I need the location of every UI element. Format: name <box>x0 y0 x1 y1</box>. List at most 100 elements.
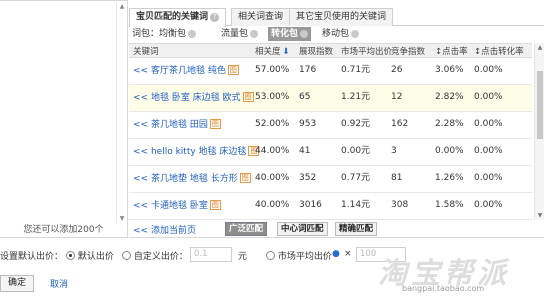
help-icon[interactable]: ● <box>332 249 340 259</box>
tab-other-items-keywords[interactable]: 其它宝贝使用的关键词 <box>289 8 394 26</box>
package-mobile[interactable]: 移动包 <box>322 27 360 41</box>
competition-value: 308 <box>391 200 409 210</box>
impressions-value: 41 <box>299 146 311 156</box>
avg-bid-value: 0.92元 <box>341 119 371 129</box>
match-core-button[interactable]: 中心词匹配 <box>277 222 328 236</box>
table-row[interactable]: << 地毯 卧室 床边毯 欧式图 53.00% 65 1.21元 12 2.82… <box>129 85 532 112</box>
header-label: 点击转化率 <box>481 47 524 57</box>
image-icon: 图 <box>209 200 221 210</box>
help-icon[interactable]: ? <box>210 13 220 22</box>
add-keyword-link[interactable]: << 地毯 卧室 床边毯 欧式图 <box>133 92 254 104</box>
table-header: 关键词 相关度 ⬇ 展现指数 市场平均出价 竞争指数 ↕点击率 ↕点击转化率 <box>129 43 532 58</box>
relevance-value: 44.00% <box>255 146 290 156</box>
header-cvr[interactable]: ↕点击转化率 <box>474 45 524 57</box>
keyword-text: 客厅茶几地毯 纯色 <box>150 66 226 76</box>
table-row[interactable]: << hello kitty 地毯 床边毯图 44.00% 41 0.00元 3… <box>129 139 532 166</box>
ctr-value: 1.26% <box>435 173 464 183</box>
add-arrow: << <box>133 147 149 157</box>
competition-value: 81 <box>391 173 403 183</box>
ctr-value: 0.00% <box>435 146 464 156</box>
keyword-text: 茶几地毯 田园 <box>150 120 208 130</box>
keyword-text: 地毯 卧室 床边毯 欧式 <box>150 93 241 103</box>
package-label: 移动包 <box>322 29 350 39</box>
avg-bid-value: 0.77元 <box>341 173 371 183</box>
radio-icon[interactable] <box>66 251 75 260</box>
info-icon[interactable] <box>250 29 259 38</box>
table-row[interactable]: << 茶几地毯 田园图 52.00% 953 0.92元 162 2.28% 0… <box>129 112 532 139</box>
cvr-value: 0.00% <box>474 119 503 129</box>
image-icon: 图 <box>227 65 239 75</box>
competition-value: 162 <box>391 119 409 129</box>
impressions-value: 352 <box>299 173 317 183</box>
radio-icon[interactable] <box>266 251 275 260</box>
keyword-text: 茶几地垫 地毯 长方形 <box>150 174 238 184</box>
add-keyword-link[interactable]: << hello kitty 地毯 床边毯图 <box>133 146 260 158</box>
relevance-value: 52.00% <box>255 119 290 129</box>
add-arrow: << <box>133 174 149 184</box>
radio-market-bid[interactable]: 市场平均出价 <box>266 249 332 262</box>
relevance-value: 40.00% <box>255 173 290 183</box>
scroll-up-icon[interactable]: ▲ <box>118 3 126 11</box>
keyword-text: 卡通地毯 卧室 <box>150 201 208 211</box>
add-keyword-link[interactable]: << 茶几地垫 地毯 长方形图 <box>133 173 251 185</box>
table-row[interactable]: << 客厅茶几地毯 纯色图 57.00% 176 0.71元 26 3.06% … <box>129 58 532 85</box>
cvr-value: 0.00% <box>474 146 503 156</box>
table-row[interactable]: << 卡通地毯 卧室图 40.00% 3016 1.14元 308 1.58% … <box>129 193 532 220</box>
header-competition[interactable]: 竞争指数 <box>391 45 425 57</box>
impressions-value: 176 <box>299 65 317 75</box>
add-current-page-link[interactable]: << 添加当前页 <box>133 223 196 236</box>
info-icon[interactable] <box>351 29 360 38</box>
left-scrollbar[interactable]: ▲ ▼ <box>116 3 126 223</box>
tab-label: 其它宝贝使用的关键词 <box>296 12 387 22</box>
radio-icon[interactable] <box>122 251 131 260</box>
sort-down-icon[interactable]: ⬇ <box>283 47 290 57</box>
info-icon[interactable] <box>300 29 309 38</box>
package-balanced[interactable]: 均衡包 <box>159 27 197 41</box>
multiply-sign: × <box>344 249 352 259</box>
info-icon[interactable] <box>188 29 197 38</box>
custom-bid-input[interactable]: 0.1 <box>190 247 232 262</box>
add-keyword-link[interactable]: << 卡通地毯 卧室图 <box>133 200 221 212</box>
image-icon: 图 <box>242 92 254 102</box>
scroll-thumb[interactable] <box>537 71 543 139</box>
cancel-link[interactable]: 取消 <box>50 277 68 290</box>
radio-default-bid[interactable]: 默认出价 <box>66 249 114 262</box>
avg-bid-value: 1.14元 <box>341 200 371 210</box>
table-row[interactable]: << 茶几地垫 地毯 长方形图 40.00% 352 0.77元 81 1.26… <box>129 166 532 193</box>
radio-custom-bid[interactable]: 自定义出价： <box>122 249 188 262</box>
header-avg-bid[interactable]: 市场平均出价 <box>341 45 392 57</box>
bid-unit-label: 元 <box>238 252 248 262</box>
add-arrow: << <box>133 93 149 103</box>
match-exact-button[interactable]: 精确匹配 <box>335 222 378 236</box>
table-scrollbar[interactable]: ▲ ▼ <box>534 43 544 220</box>
cvr-value: 0.00% <box>474 92 503 102</box>
tab-bar: 宝贝匹配的关键词? 相关词查询 其它宝贝使用的关键词 <box>129 4 544 27</box>
header-label: 点击率 <box>442 47 468 57</box>
selected-keywords-panel: ▲ ▼ 您还可以添加200个 <box>0 0 128 238</box>
cvr-value: 0.00% <box>474 200 503 210</box>
radio-label: 默认出价 <box>77 252 114 262</box>
avg-bid-value: 0.71元 <box>341 65 371 75</box>
header-relevance[interactable]: 相关度 ⬇ <box>255 45 290 57</box>
confirm-button[interactable]: 确定 <box>0 275 34 292</box>
match-broad-button[interactable]: 广泛匹配 <box>225 222 268 236</box>
cvr-value: 0.00% <box>474 65 503 75</box>
package-traffic[interactable]: 流量包 <box>221 27 259 41</box>
ctr-value: 3.06% <box>435 65 464 75</box>
avg-bid-value: 0.00元 <box>341 146 371 156</box>
add-keyword-link[interactable]: << 客厅茶几地毯 纯色图 <box>133 65 239 77</box>
image-icon: 图 <box>209 119 221 129</box>
tab-matched-keywords[interactable]: 宝贝匹配的关键词? <box>129 8 227 27</box>
radio-label: 市场平均出价 <box>277 252 332 262</box>
header-keyword[interactable]: 关键词 <box>133 45 159 57</box>
add-keyword-link[interactable]: << 茶几地毯 田园图 <box>133 119 221 131</box>
watermark-url: bangpai.taobao.com <box>402 284 485 293</box>
scroll-down-icon[interactable]: ▼ <box>536 212 544 219</box>
package-prefix: 词包： <box>132 29 160 39</box>
keyword-table-body: << 客厅茶几地毯 纯色图 57.00% 176 0.71元 26 3.06% … <box>129 58 532 220</box>
header-impressions[interactable]: 展现指数 <box>299 45 333 57</box>
tab-related-search[interactable]: 相关词查询 <box>231 8 291 26</box>
header-ctr[interactable]: ↕点击率 <box>435 45 468 57</box>
scroll-up-icon[interactable]: ▲ <box>536 44 544 51</box>
package-conversion[interactable]: 转化包 <box>268 27 312 41</box>
